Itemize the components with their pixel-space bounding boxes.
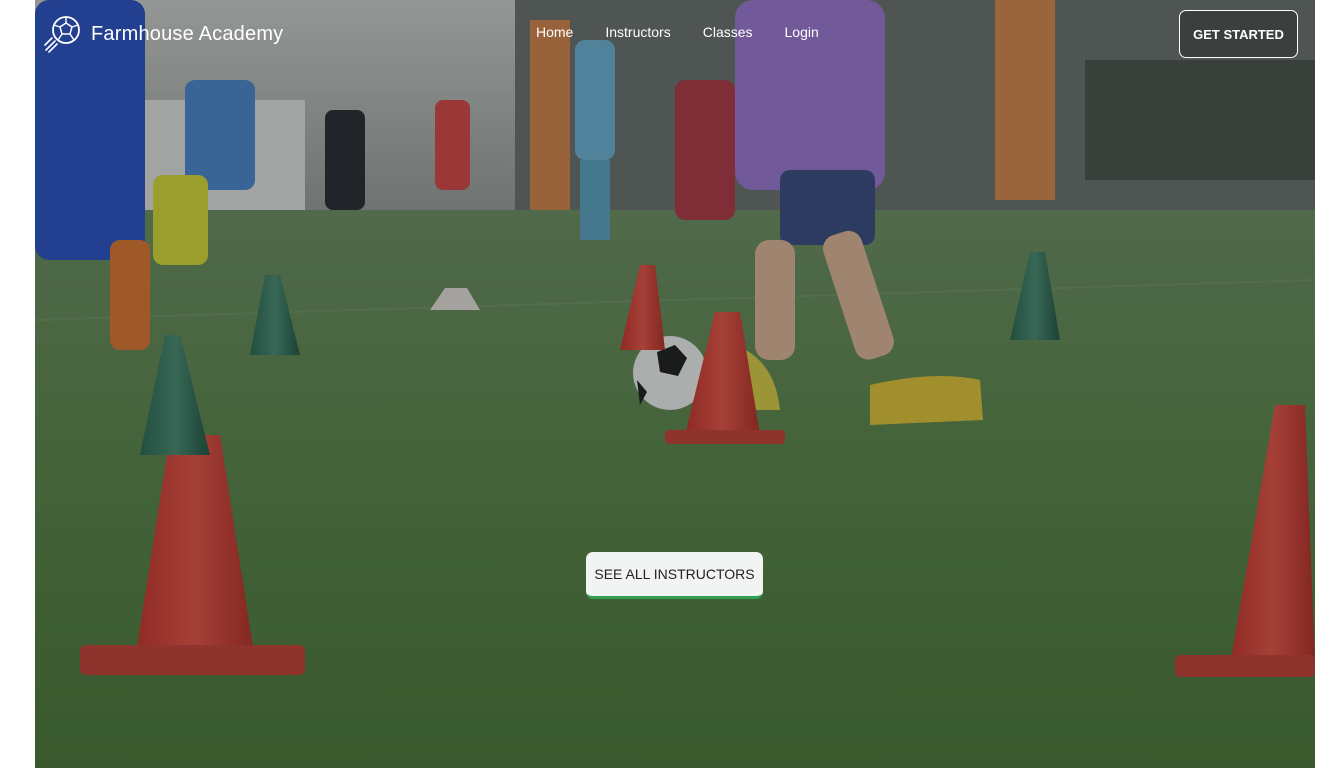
nav-link-login[interactable]: Login — [785, 24, 819, 40]
top-navbar: Farmhouse Academy Home Instructors Class… — [35, 0, 1315, 68]
soccer-ball-logo-icon — [44, 16, 80, 53]
brand-name: Farmhouse Academy — [91, 22, 284, 45]
hero-section: Farmhouse Academy Home Instructors Class… — [35, 0, 1315, 768]
hero-background-image — [35, 0, 1315, 768]
get-started-button[interactable]: GET STARTED — [1179, 10, 1298, 58]
brand-link[interactable]: Farmhouse Academy — [43, 14, 283, 54]
main-nav: Home Instructors Classes Login — [536, 24, 819, 40]
see-all-instructors-button[interactable]: SEE ALL INSTRUCTORS — [586, 552, 763, 599]
nav-link-classes[interactable]: Classes — [703, 24, 753, 40]
nav-link-home[interactable]: Home — [536, 24, 573, 40]
nav-link-instructors[interactable]: Instructors — [605, 24, 670, 40]
